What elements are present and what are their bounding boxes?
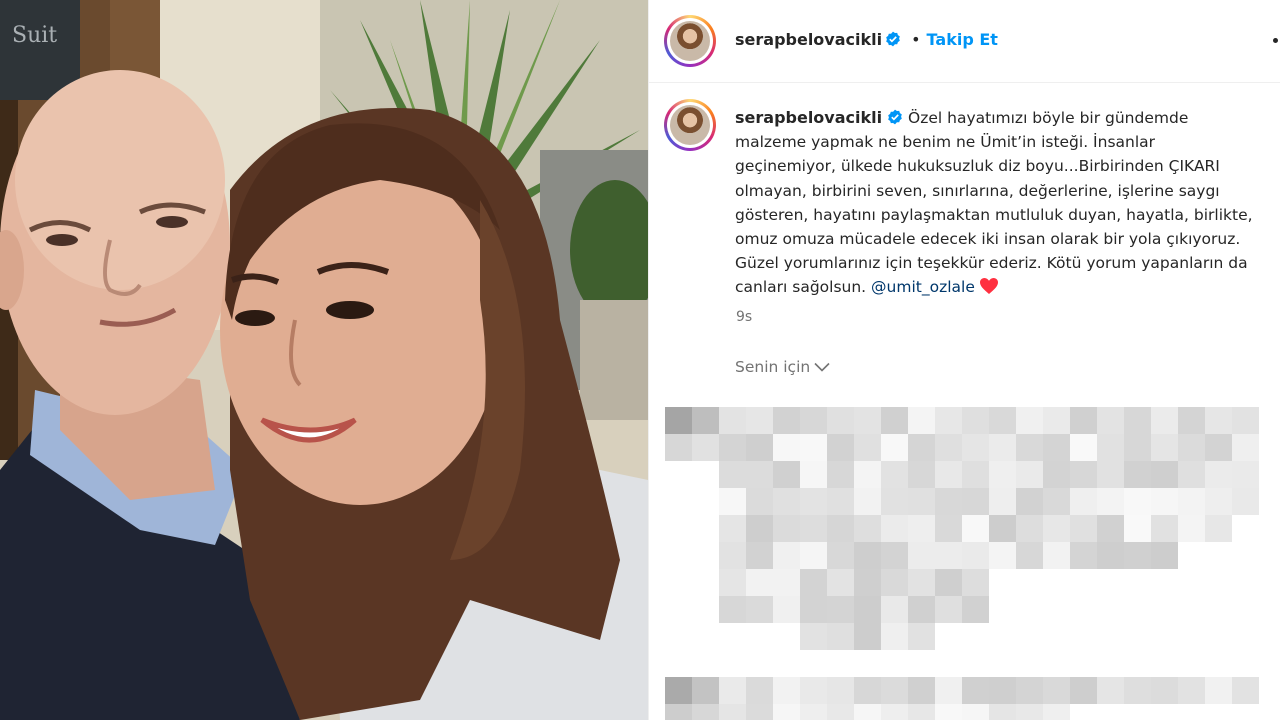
sort-label: Senin için [735,358,811,376]
username-link[interactable]: serapbelovacikli [735,30,882,49]
caption-username-link[interactable]: serapbelovacikli [735,108,882,127]
pixelated-comments-image [665,407,1259,720]
post-side-panel: serapbelovacikli • Takip Et serapbelovacik… [648,0,1280,720]
mention-link[interactable]: @umit_ozlale [871,278,975,296]
caption-line: geçinemiyor, ülkede hukuksuzluk diz boyu… [735,157,1220,176]
caption-line: Özel hayatımızı böyle bir gündemde [908,109,1189,127]
post-time[interactable]: 9s [736,309,752,325]
caption-line: malzeme yapmak ne benim ne Ümit’in isteğ… [735,133,1156,152]
comment-sort-dropdown[interactable]: Senin için [735,358,830,376]
verified-badge-icon [888,109,902,125]
chevron-down-icon [814,362,830,372]
avatar[interactable] [664,15,716,67]
blurred-comments [665,380,1265,720]
red-heart-icon [979,278,998,295]
sign-text: Suit [12,23,57,48]
caption-text: serapbelovacikli Özel hayatımızı böyle b… [735,106,1255,300]
caption-line: olmayan, birbirini seven, sınırlarına, d… [735,181,1220,200]
caption-line: gösteren, hayatını paylaşmaktan mutluluk… [735,205,1253,224]
selfie-image: Suit [0,0,648,720]
verified-badge-icon [886,31,900,47]
post-photo[interactable]: Suit [0,0,648,720]
more-options-icon[interactable] [1267,28,1280,52]
caption-line: Güzel yorumlarınız için teşekkür ederiz.… [735,254,1248,273]
caption-line: omuz omuza mücadele edecek iki insan ola… [735,230,1241,249]
header-line: serapbelovacikli • Takip Et [735,30,998,49]
caption-line: canları sağolsun. [735,278,867,297]
separator-dot: • [911,30,921,49]
caption-avatar[interactable] [664,99,716,151]
post-header: serapbelovacikli • Takip Et [649,0,1280,83]
follow-button[interactable]: Takip Et [927,30,998,49]
